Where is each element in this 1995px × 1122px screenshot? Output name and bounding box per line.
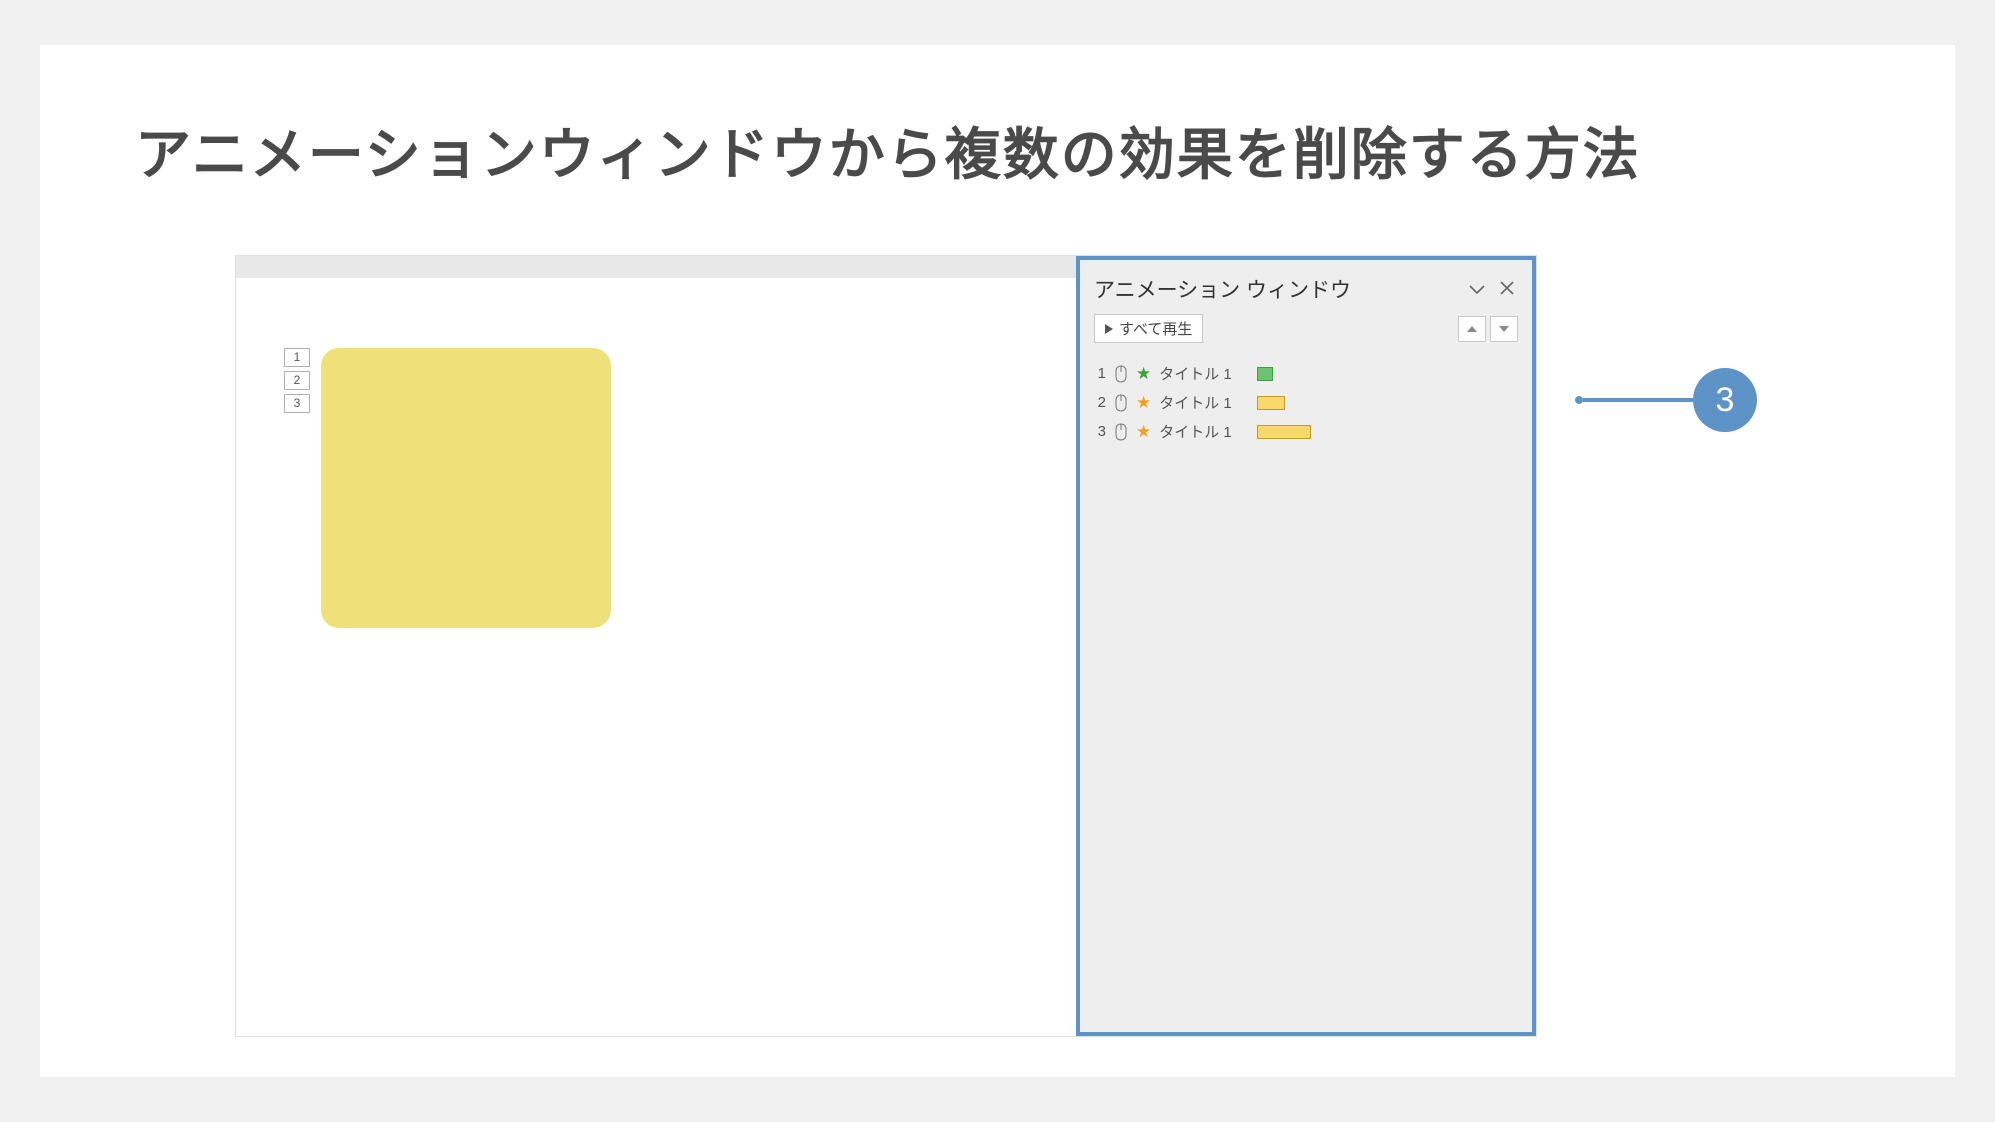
mouse-click-icon [1114, 423, 1128, 441]
animation-tag[interactable]: 2 [284, 371, 310, 390]
animation-item[interactable]: 3 ★ タイトル 1 [1094, 417, 1518, 446]
step-number-badge: 3 [1693, 368, 1757, 432]
star-icon: ★ [1136, 423, 1151, 440]
animation-pane-title: アニメーション ウィンドウ [1094, 274, 1458, 304]
mouse-click-icon [1114, 394, 1128, 412]
animation-item[interactable]: 2 ★ タイトル 1 [1094, 388, 1518, 417]
powerpoint-workspace: 1 2 3 アニメーション ウィンドウ [235, 255, 1537, 1037]
play-all-label: すべて再生 [1119, 318, 1192, 339]
animation-item-number: 2 [1094, 394, 1106, 411]
close-icon[interactable] [1496, 278, 1518, 301]
animation-item-label: タイトル 1 [1159, 421, 1249, 442]
callout-dot-icon [1575, 396, 1583, 404]
duration-bar[interactable] [1257, 425, 1311, 439]
step-callout: 3 [1575, 368, 1757, 432]
page-title: アニメーションウィンドウから複数の効果を削除する方法 [135, 110, 1641, 191]
animation-item-label: タイトル 1 [1159, 363, 1249, 384]
animation-item-label: タイトル 1 [1159, 392, 1249, 413]
arrow-up-icon [1467, 326, 1477, 332]
star-icon: ★ [1136, 365, 1151, 382]
animation-tag-column: 1 2 3 [284, 348, 310, 413]
move-down-button[interactable] [1490, 316, 1518, 342]
chevron-down-icon[interactable] [1466, 279, 1488, 300]
slide-canvas[interactable]: 1 2 3 [236, 278, 1076, 1036]
slide-shape-rectangle[interactable] [321, 348, 611, 628]
animation-tag[interactable]: 3 [284, 394, 310, 413]
animation-pane: アニメーション ウィンドウ すべて再生 [1076, 256, 1536, 1036]
play-icon [1105, 324, 1113, 334]
move-up-button[interactable] [1458, 316, 1486, 342]
arrow-down-icon [1499, 326, 1509, 332]
animation-item[interactable]: 1 ★ タイトル 1 [1094, 359, 1518, 388]
animation-item-number: 1 [1094, 365, 1106, 382]
duration-bar[interactable] [1257, 367, 1273, 381]
animation-list: 1 ★ タイトル 1 2 [1080, 353, 1532, 452]
mouse-click-icon [1114, 365, 1128, 383]
animation-tag[interactable]: 1 [284, 348, 310, 367]
animation-item-number: 3 [1094, 423, 1106, 440]
star-icon: ★ [1136, 394, 1151, 411]
play-all-button[interactable]: すべて再生 [1094, 314, 1203, 343]
duration-bar[interactable] [1257, 396, 1285, 410]
callout-line [1583, 398, 1693, 402]
